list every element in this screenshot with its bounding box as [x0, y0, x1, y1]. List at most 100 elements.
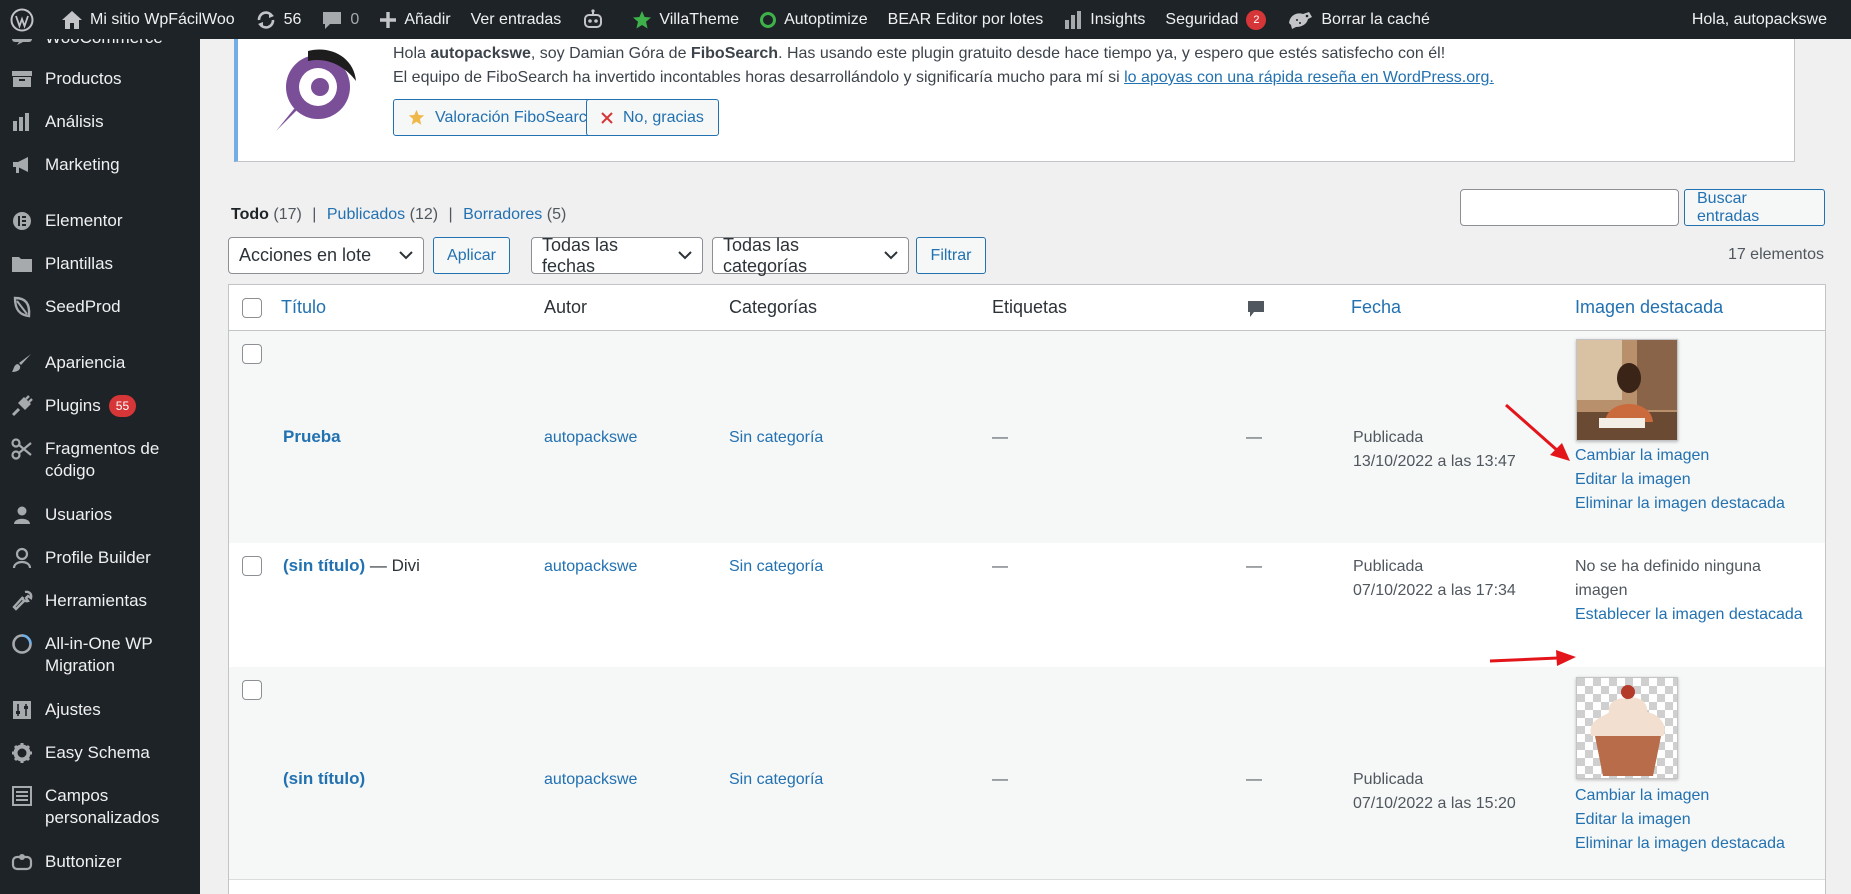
- post-title[interactable]: Prueba: [283, 425, 341, 450]
- post-author[interactable]: autopackswe: [544, 555, 637, 579]
- categories-filter-select[interactable]: Todas las categorías: [712, 235, 909, 276]
- search-posts-button[interactable]: Buscar entradas: [1684, 189, 1825, 226]
- filter-all-link[interactable]: Todo: [231, 206, 269, 223]
- sidebar-item-herramientas[interactable]: Herramientas: [0, 590, 200, 612]
- column-date-header[interactable]: Fecha: [1351, 297, 1401, 318]
- bear-editor-button[interactable]: BEAR Editor por lotes: [878, 0, 1054, 39]
- separator: |: [448, 206, 453, 223]
- post-status: Publicada: [1353, 771, 1424, 788]
- villatheme-label: VillaTheme: [659, 10, 740, 28]
- site-name: Mi sitio WpFácilWoo: [90, 10, 235, 28]
- site-name-button[interactable]: Mi sitio WpFácilWoo: [51, 0, 245, 39]
- autoptimize-button[interactable]: Autoptimize: [749, 0, 878, 39]
- sidebar-item-easy-schema[interactable]: Easy Schema: [0, 742, 200, 764]
- view-posts-button[interactable]: Ver entradas: [461, 0, 572, 39]
- filter-button[interactable]: Filtrar: [916, 237, 986, 274]
- sidebar-item-seedprod[interactable]: SeedProd: [0, 296, 200, 318]
- no-image-text: No se ha definido ninguna imagen: [1575, 558, 1761, 599]
- change-image-link[interactable]: Cambiar la imagen: [1575, 784, 1709, 808]
- row-checkbox[interactable]: [242, 680, 262, 700]
- author-link[interactable]: autopackswe: [544, 771, 637, 788]
- profile-icon: [11, 547, 33, 569]
- wp-logo-button[interactable]: [0, 0, 51, 39]
- sidebar-item-apariencia[interactable]: Apariencia: [0, 352, 200, 374]
- add-new-button[interactable]: Añadir: [369, 0, 460, 39]
- featured-image-thumbnail[interactable]: [1576, 677, 1678, 779]
- column-featured-image-header[interactable]: Imagen destacada: [1575, 297, 1723, 318]
- woman-reading-image: [1577, 340, 1677, 440]
- remove-featured-image-link[interactable]: Eliminar la imagen destacada: [1575, 832, 1785, 856]
- clear-cache-button[interactable]: Borrar la caché: [1276, 0, 1440, 39]
- post-title-link[interactable]: Prueba: [283, 427, 341, 446]
- column-title-header[interactable]: Título: [281, 297, 326, 318]
- villatheme-button[interactable]: VillaTheme: [622, 0, 749, 39]
- sidebar-item-ajustes[interactable]: Ajustes: [0, 699, 200, 721]
- sidebar-item-productos[interactable]: Productos: [0, 68, 200, 90]
- sidebar-item-plugins[interactable]: Plugins 55: [0, 395, 200, 417]
- post-title-link[interactable]: (sin título): [283, 556, 365, 575]
- sidebar-item-buttonizer[interactable]: Buttonizer: [0, 851, 200, 873]
- plus-icon: [380, 11, 397, 28]
- security-button[interactable]: Seguridad 2: [1155, 0, 1276, 39]
- featured-image-thumbnail[interactable]: [1576, 339, 1678, 441]
- post-comments: —: [1246, 429, 1262, 446]
- row-checkbox[interactable]: [242, 344, 262, 364]
- comments-column-icon[interactable]: [1246, 299, 1266, 324]
- sidebar-item-marketing[interactable]: Marketing: [0, 154, 200, 176]
- insights-button[interactable]: Insights: [1053, 0, 1155, 39]
- sidebar-item-plantillas[interactable]: Plantillas: [0, 253, 200, 275]
- post-category[interactable]: Sin categoría: [729, 555, 823, 579]
- post-category[interactable]: Sin categoría: [729, 426, 823, 450]
- bulk-actions-select[interactable]: Acciones en lote: [228, 237, 424, 274]
- buttonizer-icon: [11, 851, 33, 873]
- sidebar-item-elementor[interactable]: Elementor: [0, 210, 200, 232]
- select-all-checkbox[interactable]: [242, 298, 262, 318]
- security-label: Seguridad: [1165, 10, 1239, 28]
- chevron-down-icon: [884, 251, 898, 260]
- author-link[interactable]: autopackswe: [544, 429, 637, 446]
- category-link[interactable]: Sin categoría: [729, 429, 823, 446]
- sidebar-item-woocommerce[interactable]: WooCommerce: [0, 39, 200, 49]
- post-author[interactable]: autopackswe: [544, 768, 637, 792]
- robot-button[interactable]: [571, 0, 622, 39]
- remove-featured-image-link[interactable]: Eliminar la imagen destacada: [1575, 492, 1785, 516]
- review-link[interactable]: lo apoyas con una rápida reseña en WordP…: [1124, 69, 1494, 86]
- sidebar-item-usuarios[interactable]: Usuarios: [0, 504, 200, 526]
- edit-image-link[interactable]: Editar la imagen: [1575, 808, 1691, 832]
- filter-published-link[interactable]: Publicados: [327, 206, 405, 223]
- filter-drafts-link[interactable]: Borradores: [463, 206, 542, 223]
- sidebar-item-label: SeedProd: [45, 297, 121, 316]
- dates-filter-select[interactable]: Todas las fechas: [531, 235, 703, 276]
- post-title[interactable]: (sin título): [283, 767, 365, 792]
- sidebar-item-fragmentos[interactable]: Fragmentos de código: [0, 438, 190, 482]
- post-title-link[interactable]: (sin título): [283, 769, 365, 788]
- sidebar-item-all-in-one-migration[interactable]: All-in-One WP Migration: [0, 633, 190, 677]
- post-category[interactable]: Sin categoría: [729, 768, 823, 792]
- comments-button[interactable]: 0: [311, 0, 369, 39]
- bulk-actions-value: Acciones en lote: [239, 245, 372, 265]
- woocommerce-icon: [11, 39, 33, 49]
- post-comments: —: [1246, 771, 1262, 788]
- post-author[interactable]: autopackswe: [544, 426, 637, 450]
- edit-image-link[interactable]: Editar la imagen: [1575, 468, 1691, 492]
- my-account-button[interactable]: Hola, autopackswe: [1682, 0, 1851, 39]
- sidebar-item-profile-builder[interactable]: Profile Builder: [0, 547, 200, 569]
- category-link[interactable]: Sin categoría: [729, 771, 823, 788]
- set-featured-image-link[interactable]: Establecer la imagen destacada: [1575, 603, 1803, 627]
- security-badge: 2: [1246, 9, 1267, 30]
- sidebar-item-label: Plugins: [45, 396, 101, 415]
- apply-button[interactable]: Aplicar: [433, 237, 510, 274]
- rate-fibosearch-button[interactable]: Valoración FiboSearch: [393, 99, 611, 136]
- post-title[interactable]: (sin título) — Divi: [283, 554, 420, 579]
- items-count: 17 elementos: [1727, 246, 1824, 263]
- sidebar-item-analisis[interactable]: Análisis: [0, 111, 200, 133]
- author-link[interactable]: autopackswe: [544, 558, 637, 575]
- sidebar-item-campos-personalizados[interactable]: Campos personalizados: [0, 785, 190, 829]
- updates-button[interactable]: 56: [245, 0, 312, 39]
- megaphone-icon: [11, 154, 33, 176]
- search-input[interactable]: [1460, 189, 1679, 226]
- change-image-link[interactable]: Cambiar la imagen: [1575, 444, 1709, 468]
- category-link[interactable]: Sin categoría: [729, 558, 823, 575]
- row-checkbox[interactable]: [242, 556, 262, 576]
- dismiss-notice-button[interactable]: No, gracias: [586, 99, 719, 136]
